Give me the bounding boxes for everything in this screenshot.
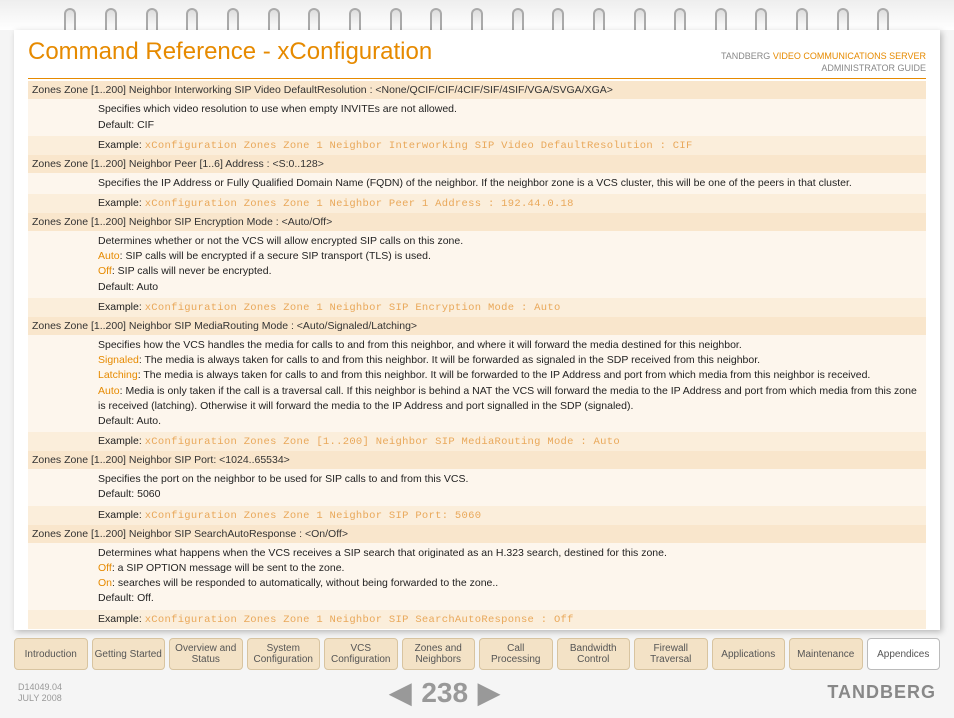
config-heading: Zones Zone [1..200] Neighbor SIP Encrypt… — [28, 213, 926, 231]
tab-maintenance[interactable]: Maintenance — [789, 638, 863, 670]
config-example: Example: xConfiguration Zones Zone [1..2… — [28, 432, 926, 451]
tab-appendices[interactable]: Appendices — [867, 638, 941, 670]
config-description: Specifies which video resolution to use … — [28, 99, 926, 135]
header-right: TANDBERG VIDEO COMMUNICATIONS SERVER ADM… — [721, 51, 926, 74]
tab-overview-and-status[interactable]: Overview and Status — [169, 638, 243, 670]
doc-id: D14049.04 JULY 2008 — [18, 682, 62, 704]
config-description: Determines whether or not the VCS will a… — [28, 231, 926, 298]
config-example: Example: xConfiguration Zones Zone 1 Nei… — [28, 506, 926, 525]
page-title: Command Reference - xConfiguration — [28, 38, 432, 66]
config-example: Example: xConfiguration Zones Zone 1 Nei… — [28, 610, 926, 629]
tandberg-logo: TANDBERG — [827, 682, 936, 703]
config-heading: Zones Zone [1..200] Neighbor SIP SearchA… — [28, 525, 926, 543]
config-description: Specifies the IP Address or Fully Qualif… — [28, 173, 926, 194]
config-example: Example: xConfiguration Zones Zone 1 Nei… — [28, 136, 926, 155]
config-heading: Zones Zone [1..200] Neighbor SIP MediaRo… — [28, 317, 926, 335]
next-page-icon[interactable]: ▶ — [478, 676, 500, 709]
config-heading: Zones Zone [1..200] Neighbor Peer [1..6]… — [28, 155, 926, 173]
tab-applications[interactable]: Applications — [712, 638, 786, 670]
tab-getting-started[interactable]: Getting Started — [92, 638, 166, 670]
pager: ◀ 238 ▶ — [390, 676, 500, 709]
config-description: Determines what happens when the VCS rec… — [28, 543, 926, 610]
document-page: Command Reference - xConfiguration TANDB… — [14, 30, 940, 630]
spiral-binding — [0, 0, 954, 30]
config-example: Example: xConfiguration Zones Zone 1 Nei… — [28, 298, 926, 317]
config-heading: Zones Zone [1..200] Neighbor Interworkin… — [28, 81, 926, 99]
tab-bandwidth-control[interactable]: Bandwidth Control — [557, 638, 631, 670]
prev-page-icon[interactable]: ◀ — [390, 676, 412, 709]
tab-system-configuration[interactable]: System Configuration — [247, 638, 321, 670]
config-heading: Zones Zone [1..200] Neighbor SIP Port: <… — [28, 451, 926, 469]
page-number: 238 — [421, 677, 468, 709]
tab-vcs-configuration[interactable]: VCS Configuration — [324, 638, 398, 670]
tab-firewall-traversal[interactable]: Firewall Traversal — [634, 638, 708, 670]
tab-call-processing[interactable]: Call Processing — [479, 638, 553, 670]
config-example: Example: xConfiguration Zones Zone 1 Nei… — [28, 194, 926, 213]
config-description: Specifies how the VCS handles the media … — [28, 335, 926, 432]
config-description: Specifies the port on the neighbor to be… — [28, 469, 926, 505]
tab-zones-and-neighbors[interactable]: Zones and Neighbors — [402, 638, 476, 670]
nav-tabs: IntroductionGetting StartedOverview and … — [14, 638, 940, 670]
tab-introduction[interactable]: Introduction — [14, 638, 88, 670]
